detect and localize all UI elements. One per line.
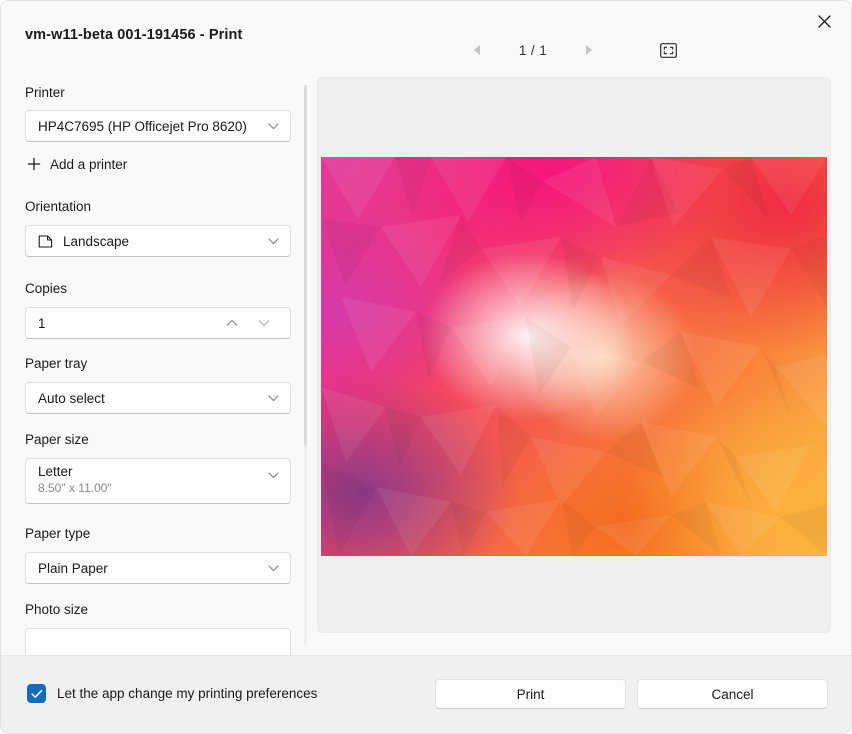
page-title: vm-w11-beta 001-191456 - Print <box>25 27 242 43</box>
preferences-checkbox[interactable] <box>27 684 46 703</box>
orientation-label: Orientation <box>25 199 291 214</box>
add-printer-label: Add a printer <box>50 157 127 172</box>
paper-type-label: Paper type <box>25 526 291 541</box>
close-button[interactable] <box>803 5 845 37</box>
printer-label: Printer <box>25 85 291 100</box>
triangle-left-icon <box>474 45 480 55</box>
paper-tray-select[interactable]: Auto select <box>25 382 291 414</box>
photo-size-select[interactable] <box>25 628 291 656</box>
page-landscape-icon <box>38 233 54 249</box>
preferences-checkbox-row[interactable]: Let the app change my printing preferenc… <box>27 684 317 703</box>
cancel-button[interactable]: Cancel <box>637 679 828 709</box>
orientation-value: Landscape <box>63 234 129 249</box>
paper-tray-label: Paper tray <box>25 356 291 371</box>
copies-label: Copies <box>25 281 291 296</box>
preview-image-facets <box>321 157 827 556</box>
paper-tray-value: Auto select <box>38 391 105 406</box>
plus-icon <box>25 155 43 173</box>
paper-type-value: Plain Paper <box>38 561 108 576</box>
chevron-down-icon <box>266 561 280 575</box>
page-indicator: 1 / 1 <box>491 43 575 58</box>
field-paper-type: Paper type Plain Paper <box>1 526 291 584</box>
copies-increment-button[interactable] <box>218 309 246 337</box>
preview-page-navigation: 1 / 1 <box>463 37 693 63</box>
print-settings-scroll-area[interactable]: Printer HP4C7695 (HP Officejet Pro 8620)… <box>1 71 311 656</box>
paper-type-select[interactable]: Plain Paper <box>25 552 291 584</box>
add-printer-block: Add a printer <box>1 151 127 177</box>
printer-value: HP4C7695 (HP Officejet Pro 8620) <box>38 119 247 134</box>
close-icon <box>818 15 831 28</box>
orientation-select[interactable]: Landscape <box>25 225 291 257</box>
copies-stepper[interactable]: 1 <box>25 307 291 339</box>
checkmark-icon <box>31 689 43 699</box>
field-orientation: Orientation Landscape <box>1 199 291 257</box>
previous-page-button[interactable] <box>463 37 491 63</box>
settings-scrollbar-thumb[interactable] <box>304 85 307 445</box>
field-paper-size: Paper size Letter 8.50" x 11.00" <box>1 432 291 504</box>
preferences-checkbox-label: Let the app change my printing preferenc… <box>57 686 317 701</box>
print-preview-panel <box>317 77 831 633</box>
next-page-button[interactable] <box>575 37 603 63</box>
chevron-down-icon <box>266 234 280 248</box>
chevron-down-icon <box>266 119 280 133</box>
paper-size-value: Letter <box>38 464 73 479</box>
field-paper-tray: Paper tray Auto select <box>1 356 291 414</box>
printer-select[interactable]: HP4C7695 (HP Officejet Pro 8620) <box>25 110 291 142</box>
triangle-right-icon <box>586 45 592 55</box>
paper-size-select[interactable]: Letter 8.50" x 11.00" <box>25 458 291 504</box>
fit-to-page-icon <box>660 43 677 58</box>
copies-value[interactable]: 1 <box>38 316 46 331</box>
photo-size-label: Photo size <box>25 602 291 617</box>
chevron-down-icon <box>266 468 280 482</box>
chevron-up-icon <box>226 319 238 327</box>
field-copies: Copies 1 <box>1 281 291 339</box>
copies-decrement-button[interactable] <box>250 309 278 337</box>
paper-size-label: Paper size <box>25 432 291 447</box>
fit-to-page-button[interactable] <box>653 36 683 64</box>
dialog-titlebar: vm-w11-beta 001-191456 - Print 1 / 1 <box>1 1 852 71</box>
chevron-down-icon <box>266 391 280 405</box>
paper-size-dimensions: 8.50" x 11.00" <box>38 481 112 495</box>
print-preview-page <box>321 157 827 556</box>
print-button[interactable]: Print <box>435 679 626 709</box>
field-printer: Printer HP4C7695 (HP Officejet Pro 8620) <box>1 85 291 142</box>
settings-scrollbar[interactable] <box>304 85 307 645</box>
print-settings-panel: Printer HP4C7695 (HP Officejet Pro 8620)… <box>1 71 311 656</box>
field-photo-size: Photo size <box>1 602 291 656</box>
chevron-down-icon <box>258 319 270 327</box>
add-printer-button[interactable]: Add a printer <box>25 151 127 177</box>
print-dialog: vm-w11-beta 001-191456 - Print 1 / 1 <box>0 0 852 734</box>
